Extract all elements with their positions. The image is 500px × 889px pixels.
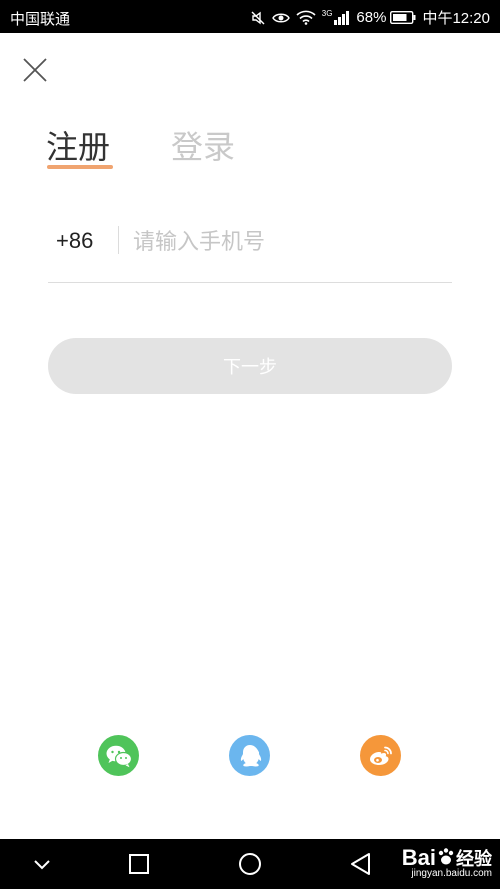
qq-icon (240, 744, 261, 766)
navigation-bar: Bai 经验 jingyan.baidu.com (0, 839, 500, 889)
baidu-watermark: Bai 经验 jingyan.baidu.com (402, 845, 492, 879)
battery-icon (390, 11, 416, 24)
signal-icon (334, 11, 350, 25)
wifi-icon (296, 10, 316, 25)
weibo-login-button[interactable] (360, 735, 401, 776)
home-icon[interactable] (235, 849, 265, 879)
phone-input[interactable] (133, 224, 443, 260)
chevron-down-icon[interactable] (27, 849, 57, 879)
country-code[interactable]: +86 (56, 228, 93, 254)
active-tab-indicator (47, 165, 113, 169)
close-icon[interactable] (20, 55, 50, 85)
next-button[interactable]: 下一步 (48, 338, 452, 394)
watermark-url: jingyan.baidu.com (411, 868, 492, 879)
battery-indicator: 68% (356, 9, 416, 26)
mute-icon (251, 11, 265, 24)
carrier-label: 中国联通 (10, 11, 71, 28)
battery-percent: 68% (356, 9, 387, 26)
watermark-brand: Bai (401, 845, 436, 870)
tab-login[interactable]: 登录 (171, 122, 235, 168)
tab-register[interactable]: 注册 (46, 122, 110, 168)
recent-apps-icon[interactable] (124, 849, 154, 879)
back-icon[interactable] (346, 849, 376, 879)
paw-icon (438, 848, 454, 865)
input-divider (118, 226, 119, 254)
wechat-icon (106, 745, 132, 767)
weibo-icon (369, 746, 392, 765)
input-underline (48, 282, 452, 283)
watermark-suffix: 经验 (456, 849, 492, 869)
wechat-login-button[interactable] (98, 735, 139, 776)
qq-login-button[interactable] (229, 735, 270, 776)
clock: 中午12:20 (422, 10, 490, 27)
status-icons: 3G 68% 中午12:20 (250, 7, 490, 28)
status-bar: 中国联通 3G 68% 中午12:20 (0, 0, 500, 33)
eye-icon (271, 13, 290, 22)
network-type-label: 3G (321, 9, 333, 18)
